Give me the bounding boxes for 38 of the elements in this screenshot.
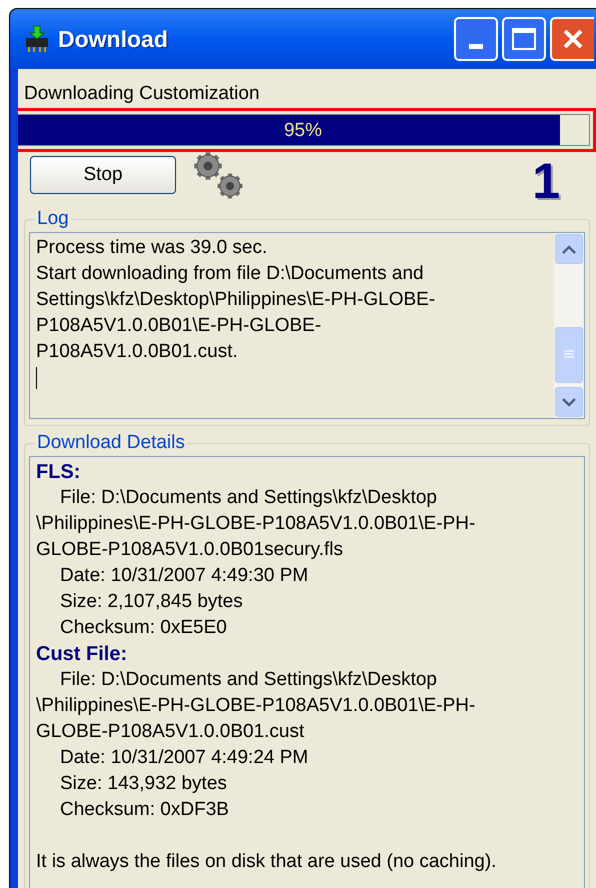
chevron-up-icon — [562, 244, 576, 254]
log-line: P108A5V1.0.0B01.cust. — [36, 340, 239, 364]
log-line: Settings\kfz\Desktop\Philippines\E-PH-GLOBE- — [36, 288, 436, 312]
detail-text: Date: 10/31/2007 4:49:24 PM — [59, 746, 310, 770]
scroll-thumb[interactable] — [555, 327, 583, 383]
detail-text: File: D:\Documents and Settings\kfz\Desktop \Philippines\E-PH-GLOBE-P108A5V1.0.0B01\E-PH- GLOBE-P108A5V1.0.0B01secury.fls — [36, 486, 476, 562]
section-heading: FLS: — [36, 460, 82, 485]
close-button[interactable] — [550, 17, 594, 61]
note-text: It is always the files on disk that are used (no caching). — [36, 850, 498, 874]
minimize-icon — [469, 44, 483, 49]
status-label: Downloading Customization — [23, 82, 261, 106]
scroll-down-button[interactable] — [555, 387, 583, 417]
progress-text: 95% — [284, 119, 322, 143]
group-title: Log — [36, 207, 70, 231]
grip-icon — [564, 350, 574, 360]
detail-text: Size: 2,107,845 bytes — [59, 590, 244, 614]
log-text-area[interactable]: Process time was 39.0 sec. Start downloading from file D:\Documents and Settings\kfz\Desktop\Philippines\E-PH-GLOBE- P108A5V1.0.0B01\E-PH-GLOBE- P108A5V1.0.0B01.cust. — [29, 232, 585, 419]
detail-text: Checksum: 0xDF3B — [59, 798, 230, 822]
close-icon — [562, 28, 584, 50]
scrollbar[interactable] — [554, 233, 584, 418]
group-title: Download Details — [36, 431, 186, 455]
detail-text: Size: 143,932 bytes — [59, 772, 228, 796]
maximize-button[interactable] — [502, 17, 546, 61]
log-line: Start downloading from file D:\Documents and — [36, 262, 425, 286]
scroll-up-button[interactable] — [555, 234, 583, 264]
chevron-down-icon — [562, 398, 576, 406]
maximize-icon — [512, 28, 536, 50]
window-title: Download — [58, 24, 168, 54]
section-heading: Cust File: — [36, 642, 128, 667]
log-line: Process time was 39.0 sec. — [36, 236, 268, 260]
minimize-button[interactable] — [454, 17, 498, 61]
detail-text: File: D:\Documents and Settings\kfz\Desktop \Philippines\E-PH-GLOBE-P108A5V1.0.0B01\E-PH- GLOBE-P108A5V1.0.0B01.cust — [36, 668, 476, 744]
counter-number: 1 — [532, 156, 560, 206]
detail-text: Date: 10/31/2007 4:49:30 PM — [59, 564, 310, 588]
stop-button[interactable]: Stop — [30, 156, 176, 194]
log-line: P108A5V1.0.0B01\E-PH-GLOBE- — [36, 314, 322, 338]
detail-text: Checksum: 0xE5E0 — [59, 616, 228, 640]
text-cursor — [36, 367, 37, 389]
